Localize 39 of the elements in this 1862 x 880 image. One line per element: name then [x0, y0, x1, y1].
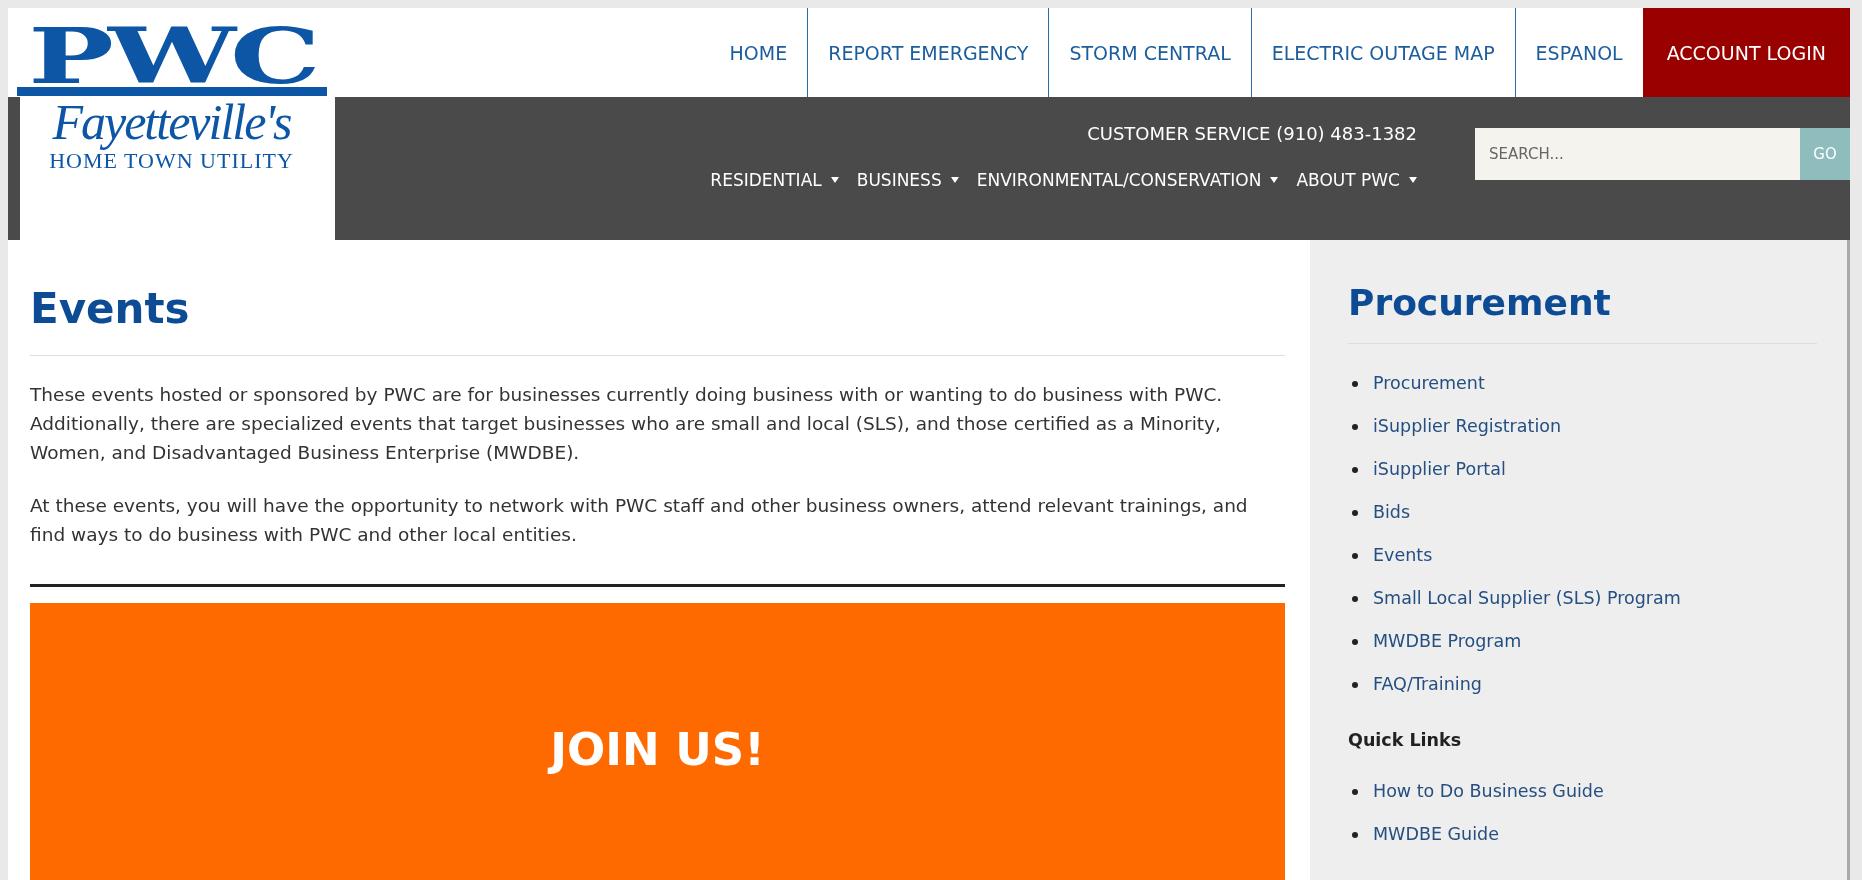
quick-link[interactable]: MWDBE Guide	[1373, 813, 1499, 856]
paragraph: At these events, you will have the opportunity to network with PWC staff and other business owners, attend relevant trainings, and find ways to do business with PWC and other local entities.	[30, 494, 1249, 547]
sidebar-link[interactable]: MWDBE Program	[1373, 620, 1522, 663]
menu-item[interactable]: ABOUT PWC	[1296, 170, 1417, 190]
caret-icon	[830, 177, 839, 183]
login-button[interactable]: ACCOUNT LOGIN	[1642, 8, 1850, 97]
logo-script-text: Fayetteville's	[52, 96, 291, 148]
nav-link[interactable]: HOME	[709, 8, 808, 97]
sidebar-link[interactable]: iSupplier Registration	[1373, 405, 1562, 448]
page-title: Events	[30, 284, 191, 333]
menu-item[interactable]: BUSINESS	[856, 170, 959, 190]
paragraph: These events hosted or sponsored by PWC are for businesses currently doing business with or wanting to do business with PWC. Additionally, there are specialized events that target businesses who are small and local (SLS), and those certified as a Minority, Women, and Disadvantaged Business Enterprise (MWDBE).	[30, 383, 1224, 465]
caret-icon	[1270, 177, 1279, 183]
caret-icon	[1409, 177, 1417, 183]
sidebar-link[interactable]: Small Local Supplier (SLS) Program	[1373, 577, 1681, 620]
sidebar-link[interactable]: Bids	[1373, 491, 1411, 534]
sidebar-link[interactable]: Events	[1373, 534, 1433, 577]
bullet-icon	[1352, 380, 1358, 387]
customer-service-phone: CUSTOMER SERVICE (910) 483-1382	[1087, 123, 1417, 144]
sidebar-link[interactable]: FAQ/Training	[1373, 663, 1482, 706]
menu-item[interactable]: RESIDENTIAL	[710, 170, 839, 190]
sidebar-link[interactable]: iSupplier Portal	[1373, 448, 1506, 491]
bullet-icon	[1352, 831, 1358, 838]
sidebar-title: Procurement	[1348, 282, 1612, 323]
section-heading: Quick Links	[1348, 730, 1463, 750]
bullet-icon	[1352, 595, 1358, 602]
bullet-icon	[1352, 638, 1358, 645]
bullet-icon	[1352, 788, 1358, 795]
search-field[interactable]: SEARCH...	[1475, 128, 1800, 180]
caret-icon	[950, 177, 959, 183]
bullet-icon	[1352, 681, 1358, 688]
bullet-icon	[1352, 509, 1358, 516]
logo-text[interactable]: PWC	[28, 18, 315, 96]
bullet-icon	[1352, 466, 1358, 473]
menu-item[interactable]: ENVIRONMENTAL/CONSERVATION	[976, 170, 1279, 190]
bullet-icon	[1352, 423, 1358, 430]
sidebar-link[interactable]: Procurement	[1373, 362, 1485, 405]
bullet-icon	[1352, 552, 1358, 559]
quick-link[interactable]: How to Do Business Guide	[1373, 770, 1604, 813]
